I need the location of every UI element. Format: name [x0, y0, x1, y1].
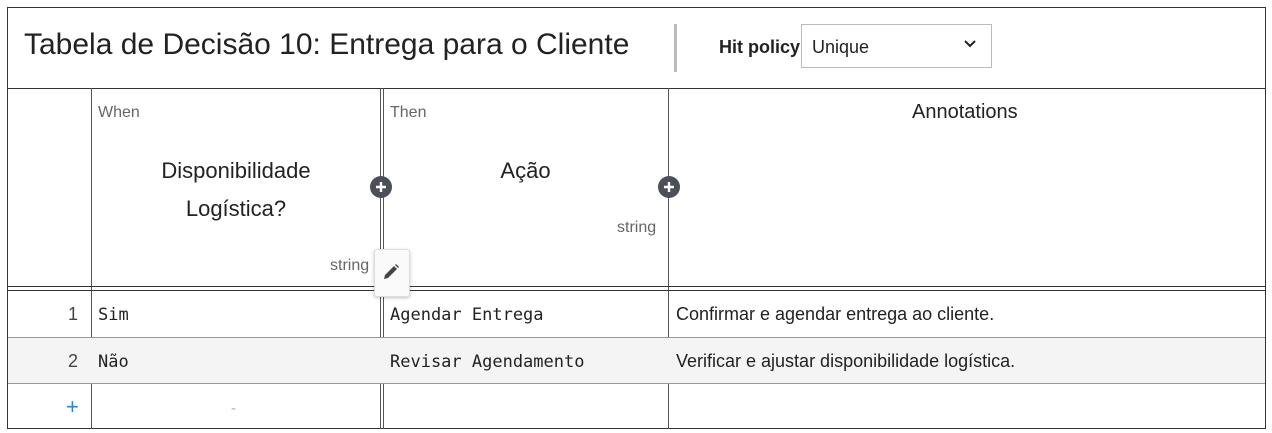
table-row[interactable]: 2 Não Revisar Agendamento Verificar e aj… [8, 338, 1265, 384]
decision-table-header: Tabela de Decisão 10: Entrega para o Cli… [8, 8, 1265, 89]
annotation-cell[interactable]: Verificar e ajustar disponibilidade logí… [676, 351, 1015, 372]
input-clause-label: When [98, 104, 140, 121]
output-type-label[interactable]: string [617, 219, 656, 237]
input-column-name[interactable]: Disponibilidade Logística? [128, 152, 344, 228]
input-name-line2: Logística? [185, 196, 287, 221]
row-number: 2 [67, 351, 78, 371]
output-column-name[interactable]: Ação [448, 152, 603, 190]
hit-policy-label: Hit policy: [719, 37, 807, 57]
hit-policy-value: Unique [812, 37, 870, 57]
output-cell[interactable]: Agendar Entrega [390, 305, 544, 325]
table-row[interactable]: 1 Sim Agendar Entrega Confirmar e agenda… [8, 291, 1265, 337]
edit-type-button[interactable] [374, 249, 410, 297]
title-divider [674, 24, 677, 72]
add-output-column-button[interactable] [658, 176, 680, 198]
output-clause-label: Then [390, 104, 427, 121]
hit-policy-select[interactable]: Unique [801, 24, 992, 68]
add-rule-button[interactable]: + [66, 394, 79, 420]
empty-cell-placeholder: - [231, 400, 236, 417]
annotations-column-title: Annotations [912, 101, 1018, 123]
plus-icon [664, 182, 674, 192]
decision-table: Tabela de Decisão 10: Entrega para o Cli… [7, 7, 1266, 429]
input-type-label[interactable]: string [330, 257, 369, 275]
input-name-line1: Disponibilidade [161, 158, 311, 183]
table-title[interactable]: Tabela de Decisão 10: Entrega para o Cli… [24, 28, 629, 62]
row-separator [8, 383, 1265, 384]
input-cell[interactable]: Sim [98, 305, 129, 325]
pencil-icon [384, 264, 399, 279]
input-cell[interactable]: Não [98, 352, 129, 372]
chevron-down-icon [963, 37, 977, 51]
output-cell[interactable]: Revisar Agendamento [390, 352, 584, 372]
annotation-cell[interactable]: Confirmar e agendar entrega ao cliente. [676, 304, 994, 325]
plus-icon [376, 182, 386, 192]
header-separator [8, 286, 1265, 287]
add-input-column-button[interactable] [370, 176, 392, 198]
row-number: 1 [67, 304, 78, 324]
